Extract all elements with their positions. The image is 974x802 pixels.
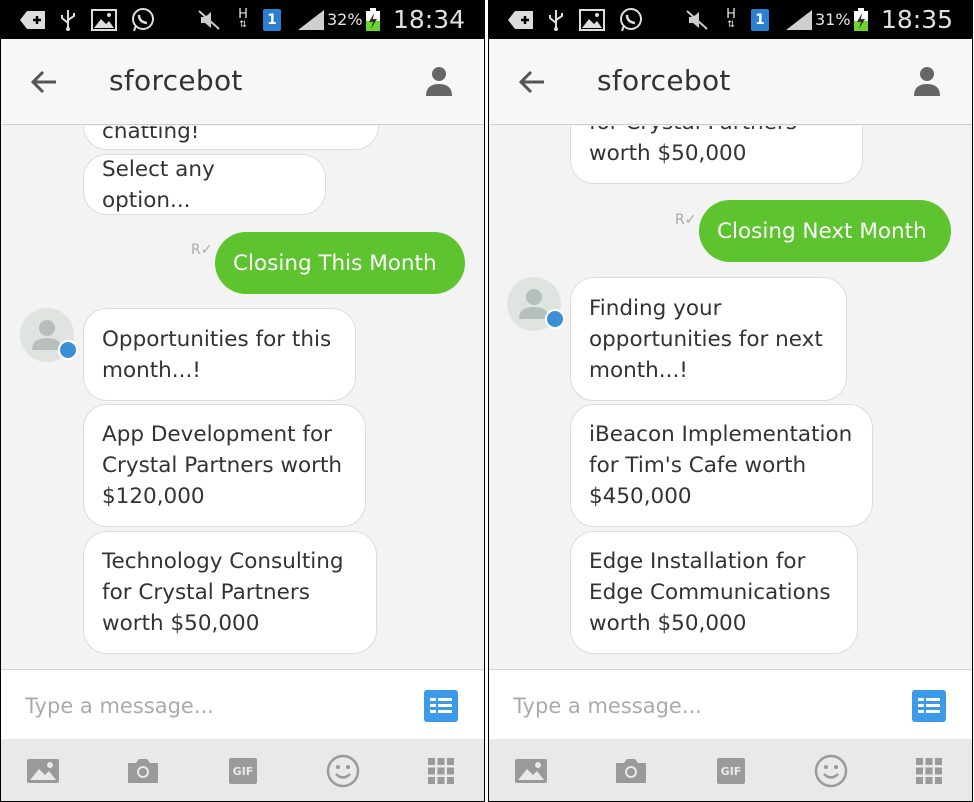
phone-screen-right: H⇅ 1 31% 18:35 sforcebot for Crystal Par…	[488, 0, 973, 802]
message-text: Select any option...	[102, 156, 215, 213]
person-icon[interactable]	[424, 65, 454, 97]
opportunity-bubble: Edge Installation for Edge Communication…	[570, 531, 858, 654]
message-text: Edge Communications	[589, 580, 831, 605]
message-text: for Crystal Partners	[102, 580, 310, 605]
gif-icon[interactable]: GIF	[713, 754, 749, 788]
gallery-icon[interactable]	[513, 754, 549, 788]
battery-icon	[363, 8, 383, 31]
mute-icon	[197, 9, 221, 31]
opportunity-bubble: App Development for Crystal Partners wor…	[83, 404, 366, 527]
apps-grid-icon[interactable]	[911, 754, 947, 788]
bottom-toolbar: GIF	[489, 739, 972, 801]
message-text: Opportunities for this	[102, 326, 332, 352]
sim-badge: 1	[263, 9, 281, 31]
message-text: iBeacon Implementation	[589, 422, 853, 447]
message-text: Finding your	[589, 295, 722, 321]
message-bubble: for Crystal Partners worth $50,000	[570, 126, 863, 184]
outgoing-message: Closing Next Month	[699, 200, 951, 262]
message-text: $120,000	[102, 484, 205, 509]
whatsapp-icon	[617, 8, 645, 32]
network-type: H	[238, 7, 248, 22]
message-bubble: Finding your opportunities for next mont…	[570, 277, 847, 401]
signal-icon	[296, 9, 326, 31]
status-bar: H ⇅ 1 32% 18:34	[1, 1, 484, 39]
chat-area: chatting! Select any option... R✓ Closin…	[1, 126, 484, 669]
gif-label: GIF	[717, 758, 745, 784]
message-text: Edge Installation for	[589, 549, 806, 574]
message-text: Closing Next Month	[717, 218, 927, 244]
message-text: for Tim's Cafe worth	[589, 453, 807, 478]
chat-title: sforcebot	[597, 64, 731, 97]
apps-grid-icon[interactable]	[423, 754, 459, 788]
avatar-badge-icon	[58, 340, 78, 360]
message-text: Technology Consulting	[102, 549, 344, 574]
message-text: worth $50,000	[589, 141, 747, 166]
message-text: for Crystal Partners	[589, 126, 797, 138]
message-text: Closing This Month	[233, 250, 437, 276]
message-text: $450,000	[589, 484, 692, 509]
message-bubble: chatting!	[83, 126, 379, 150]
add-icon	[507, 9, 535, 31]
message-text: Crystal Partners worth	[102, 453, 342, 478]
message-bubble: Opportunities for this month...!	[83, 308, 356, 401]
app-header: sforcebot	[489, 39, 972, 125]
camera-icon[interactable]	[125, 754, 161, 788]
back-arrow-icon[interactable]	[29, 67, 59, 97]
avatar-badge-icon	[545, 309, 565, 329]
message-bubble: Select any option...	[83, 154, 326, 215]
battery-icon	[851, 8, 871, 31]
bottom-toolbar: GIF	[1, 739, 484, 801]
message-text: month...!	[589, 357, 688, 383]
keyboard-icon[interactable]	[424, 690, 458, 722]
status-bar: H ⇅ 1 31% 18:35	[489, 1, 972, 39]
add-icon	[19, 9, 47, 31]
image-icon	[579, 9, 605, 31]
message-text: App Development for	[102, 422, 332, 447]
input-bar	[489, 669, 972, 739]
gallery-icon[interactable]	[25, 754, 61, 788]
message-text: opportunities for next	[589, 326, 823, 352]
message-input[interactable]	[25, 690, 385, 722]
person-icon[interactable]	[912, 65, 942, 97]
emoji-icon[interactable]	[813, 754, 849, 788]
message-text: worth $50,000	[102, 611, 260, 636]
keyboard-icon[interactable]	[912, 690, 946, 722]
opportunity-bubble: Technology Consulting for Crystal Partne…	[83, 531, 377, 654]
phone-screen-left: H ⇅ 1 32% 18:34 sforcebot chatting! Selec…	[0, 0, 485, 802]
clock: 18:35	[881, 5, 954, 34]
read-receipt-icon: R✓	[675, 212, 697, 228]
outgoing-message: Closing This Month	[215, 232, 465, 294]
image-icon	[91, 9, 117, 31]
chat-area: for Crystal Partners worth $50,000 R✓ Cl…	[489, 126, 972, 669]
usb-icon	[547, 9, 565, 31]
message-text: chatting!	[102, 126, 200, 144]
message-input[interactable]	[513, 690, 873, 722]
read-receipt-icon: R✓	[191, 242, 213, 258]
back-arrow-icon[interactable]	[517, 67, 547, 97]
opportunity-bubble: iBeacon Implementation for Tim's Cafe wo…	[570, 404, 873, 527]
message-text: month...!	[102, 357, 201, 383]
emoji-icon[interactable]	[325, 754, 361, 788]
whatsapp-icon	[129, 8, 157, 32]
sim-badge: 1	[751, 9, 769, 31]
clock: 18:34	[393, 5, 466, 34]
app-header: sforcebot	[1, 39, 484, 125]
chat-title: sforcebot	[109, 64, 243, 97]
bot-avatar	[20, 308, 78, 362]
signal-icon	[784, 9, 814, 31]
mute-icon	[685, 9, 709, 31]
gif-label: GIF	[229, 758, 257, 784]
battery-percent: 31%	[815, 10, 851, 29]
battery-percent: 32%	[327, 10, 363, 29]
gif-icon[interactable]: GIF	[225, 754, 261, 788]
network-type: H	[726, 7, 736, 22]
bot-avatar	[507, 277, 565, 331]
camera-icon[interactable]	[613, 754, 649, 788]
input-bar	[1, 669, 484, 739]
message-text: worth $50,000	[589, 611, 747, 636]
usb-icon	[59, 9, 77, 31]
